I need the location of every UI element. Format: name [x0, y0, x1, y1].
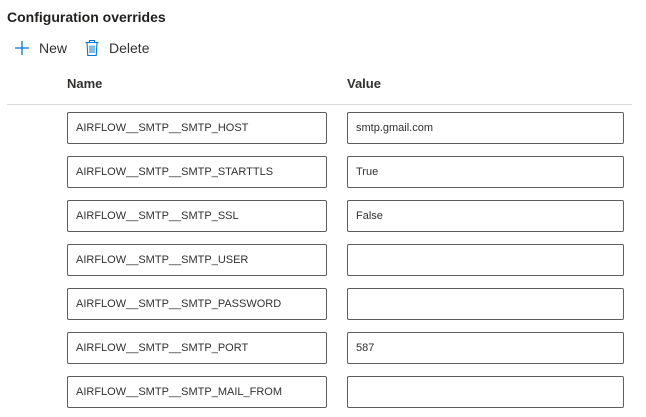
- override-value-input[interactable]: [347, 376, 624, 408]
- override-name-input[interactable]: [67, 332, 327, 364]
- override-name-input[interactable]: [67, 156, 327, 188]
- override-name-input[interactable]: [67, 200, 327, 232]
- table-row: [0, 244, 646, 288]
- table-row: [0, 332, 646, 376]
- new-button[interactable]: New: [13, 39, 67, 57]
- table-row: [0, 288, 646, 332]
- override-name-input[interactable]: [67, 244, 327, 276]
- override-name-input[interactable]: [67, 288, 327, 320]
- override-name-input[interactable]: [67, 376, 327, 408]
- override-value-input[interactable]: [347, 332, 624, 364]
- override-value-input[interactable]: [347, 288, 624, 320]
- override-value-input[interactable]: [347, 200, 624, 232]
- override-value-input[interactable]: [347, 156, 624, 188]
- override-name-input[interactable]: [67, 112, 327, 144]
- override-value-input[interactable]: [347, 112, 624, 144]
- header-divider: [7, 104, 632, 105]
- plus-icon: [13, 39, 31, 57]
- new-button-label: New: [39, 40, 68, 56]
- table-row: [0, 156, 646, 200]
- column-header-name: Name: [67, 76, 103, 91]
- delete-button-label: Delete: [109, 40, 150, 56]
- table-row: [0, 376, 646, 417]
- table-row: [0, 200, 646, 244]
- overrides-list: [0, 112, 646, 417]
- configuration-overrides-panel: Configuration overrides New Delete Name: [0, 0, 646, 417]
- toolbar: New Delete: [13, 38, 149, 58]
- table-row: [0, 112, 646, 156]
- override-value-input[interactable]: [347, 244, 624, 276]
- delete-button[interactable]: Delete: [83, 39, 149, 57]
- page-title: Configuration overrides: [7, 9, 166, 25]
- column-header-value: Value: [347, 76, 381, 91]
- trash-icon: [83, 39, 101, 57]
